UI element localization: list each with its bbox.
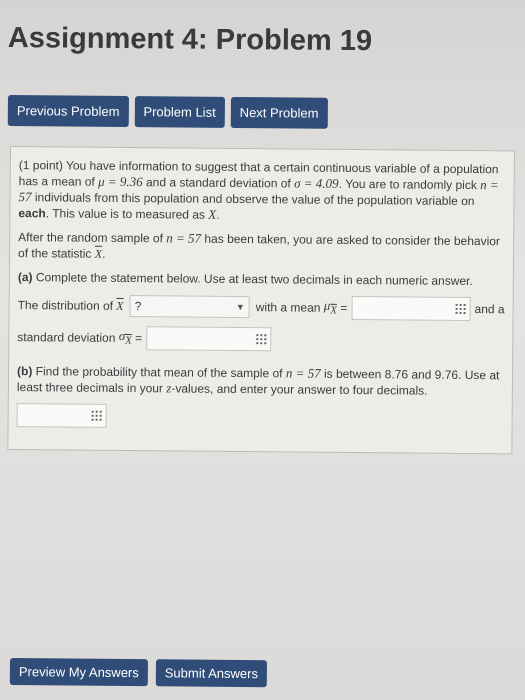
- preview-answers-button[interactable]: Preview My Answers: [9, 658, 148, 687]
- sd-input[interactable]: [146, 326, 272, 352]
- problem-intro: (1 point) You have information to sugges…: [18, 157, 506, 225]
- problem-panel: (1 point) You have information to sugges…: [7, 146, 515, 455]
- answer-grid-icon[interactable]: [91, 410, 102, 421]
- answer-grid-icon[interactable]: [256, 334, 267, 345]
- submit-answers-button[interactable]: Submit Answers: [155, 659, 268, 688]
- after-n-value: n = 57: [166, 230, 202, 246]
- chevron-down-icon: ▼: [235, 301, 245, 313]
- and-a-label: and a: [474, 302, 505, 317]
- part-a-label: (a): [17, 270, 33, 285]
- intro-text-4: individuals from this population and obs…: [34, 190, 475, 209]
- part-a-instructions: (a) Complete the statement below. Use at…: [18, 269, 505, 289]
- part-b-text-3: -values, and enter your answer to four d…: [171, 381, 428, 398]
- part-a-text: Complete the statement below. Use at lea…: [35, 270, 473, 289]
- each-emphasis: each: [18, 206, 46, 221]
- sigma-value: σ = 4.09: [294, 175, 339, 191]
- next-problem-button[interactable]: Next Problem: [230, 96, 328, 129]
- distribution-row: The distribution of X ? ▼ with a mean μX…: [17, 293, 505, 322]
- after-text-1: After the random sample of: [18, 230, 164, 246]
- mu-value: μ = 9.36: [98, 173, 143, 190]
- statistic-end: .: [102, 246, 106, 261]
- mean-label: with a mean: [255, 300, 321, 315]
- probability-row: [16, 403, 504, 431]
- intro-text-5b: .: [216, 207, 220, 222]
- distribution-select-value: ?: [134, 299, 142, 314]
- mean-input[interactable]: [351, 295, 471, 322]
- x-variable: X: [208, 206, 217, 222]
- mean-symbol: μX: [323, 297, 338, 317]
- part-b-n-value: n = 57: [285, 365, 321, 381]
- problem-navigation: Previous Problem Problem List Next Probl…: [7, 95, 328, 129]
- mean-equals: =: [340, 300, 348, 315]
- part-b-instructions: (b) Find the probability that mean of th…: [17, 363, 504, 399]
- intro-text-3: . You are to randomly pick: [338, 176, 477, 193]
- part-b-label: (b): [16, 364, 33, 379]
- part-b-text-1: Find the probability that mean of the sa…: [35, 364, 283, 381]
- points-label: (1 point): [18, 158, 63, 173]
- sd-symbol: σX: [118, 327, 132, 347]
- standard-deviation-row: standard deviation σX =: [17, 325, 504, 353]
- after-sample-text: After the random sample of n = 57 has be…: [18, 229, 505, 265]
- distribution-label: The distribution of: [17, 298, 114, 313]
- intro-text-2: and a standard deviation of: [145, 175, 291, 191]
- sd-equals: =: [135, 331, 143, 346]
- distribution-xbar: X: [116, 298, 124, 313]
- page-background: Assignment 4: Problem 19 Previous Proble…: [0, 0, 525, 700]
- answer-grid-icon[interactable]: [455, 303, 466, 314]
- sd-label: standard deviation: [17, 330, 116, 345]
- page-title: Assignment 4: Problem 19: [7, 22, 373, 58]
- previous-problem-button[interactable]: Previous Problem: [7, 95, 129, 128]
- probability-input[interactable]: [16, 403, 107, 428]
- problem-list-button[interactable]: Problem List: [134, 96, 225, 128]
- distribution-select[interactable]: ? ▼: [129, 295, 250, 319]
- submission-actions: Preview My Answers Submit Answers: [9, 658, 268, 688]
- intro-text-5: . This value is to measured as: [45, 206, 206, 222]
